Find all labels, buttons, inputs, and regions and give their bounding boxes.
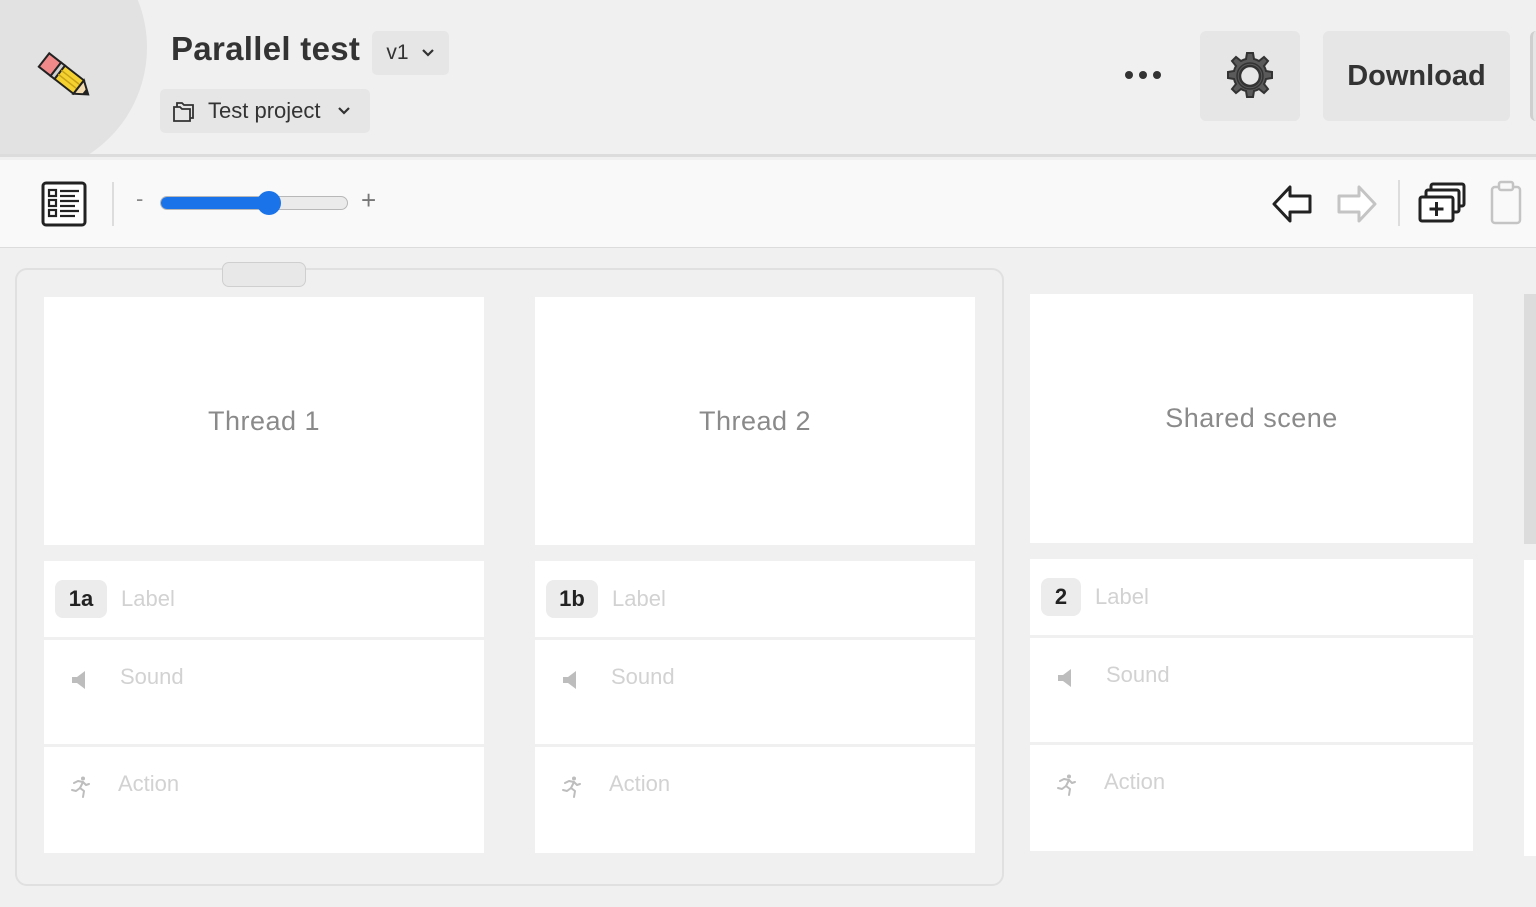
action-placeholder: Action (1104, 769, 1166, 794)
speaker-icon (563, 671, 576, 689)
toolbar-divider (112, 182, 114, 226)
frame-details: 2 Label Sound Action (1030, 559, 1473, 851)
project-title[interactable]: Parallel test (171, 30, 360, 68)
next-frame-details-partial (1524, 560, 1536, 856)
scene-drawing-area[interactable]: Thread 1 (44, 297, 484, 545)
next-frame-partial[interactable] (1524, 294, 1536, 544)
sound-placeholder: Sound (611, 664, 675, 689)
frame-details: 1a Label Sound Action (44, 561, 484, 853)
zoom-slider-thumb[interactable] (256, 191, 281, 215)
add-frames-icon (1418, 182, 1466, 223)
sound-field[interactable]: Sound (1030, 638, 1473, 745)
action-field[interactable]: Action (535, 747, 975, 853)
action-placeholder: Action (118, 771, 180, 796)
sound-placeholder: Sound (1106, 662, 1170, 687)
folder-icon (173, 102, 194, 122)
frame-number-badge: 2 (1041, 578, 1081, 616)
running-person-icon (1057, 774, 1076, 796)
sound-field[interactable]: Sound (535, 640, 975, 747)
label-placeholder: Label (121, 586, 175, 611)
zoom-slider-fill (161, 197, 269, 209)
gear-icon (1227, 52, 1273, 98)
action-field[interactable]: Action (1030, 745, 1473, 851)
project-dropdown[interactable]: Test project (160, 89, 370, 133)
more-options-button[interactable] (1118, 50, 1168, 100)
app-root: Parallel test v1 Test project Download -… (0, 0, 1536, 907)
redo-arrow-icon (1337, 185, 1377, 223)
action-placeholder: Action (609, 771, 671, 796)
clipboard-icon (1490, 180, 1522, 225)
undo-arrow-icon (1272, 185, 1312, 223)
action-field[interactable]: Action (44, 747, 484, 853)
label-field[interactable]: 1b Label (535, 561, 975, 640)
storyboard-list-icon (41, 181, 87, 227)
toolbar-divider (1398, 180, 1400, 226)
group-drag-handle[interactable] (222, 262, 306, 287)
chevron-down-icon (337, 107, 350, 115)
undo-button[interactable] (1270, 182, 1314, 226)
label-placeholder: Label (1095, 584, 1149, 609)
frame-card: Thread 1 1a Label Sound Action (44, 297, 484, 853)
zoom-slider[interactable] (160, 191, 348, 215)
zoom-out-button[interactable]: - (136, 186, 143, 212)
pencil-icon[interactable] (36, 50, 94, 104)
version-dropdown[interactable]: v1 (372, 31, 449, 75)
sound-placeholder: Sound (120, 664, 184, 689)
scene-drawing-area[interactable]: Thread 2 (535, 297, 975, 545)
zoom-in-button[interactable]: + (361, 185, 376, 216)
label-placeholder: Label (612, 586, 666, 611)
frame-card: Thread 2 1b Label Sound Action (535, 297, 975, 853)
settings-button[interactable] (1200, 31, 1300, 121)
frame-number-badge: 1b (546, 580, 598, 618)
label-field[interactable]: 2 Label (1030, 559, 1473, 638)
download-button[interactable]: Download (1323, 31, 1510, 121)
frame-card: Shared scene 2 Label Sound Action (1030, 294, 1473, 851)
running-person-icon (71, 776, 90, 798)
speaker-icon (1058, 669, 1071, 687)
header-overflow-button[interactable] (1530, 31, 1536, 121)
scene-drawing-area[interactable]: Shared scene (1030, 294, 1473, 543)
more-horizontal-icon (1125, 71, 1161, 79)
add-frames-button[interactable] (1416, 180, 1468, 226)
redo-button[interactable] (1335, 182, 1379, 226)
header: Parallel test v1 Test project Download (0, 0, 1536, 157)
version-label: v1 (386, 41, 409, 64)
paste-button[interactable] (1488, 180, 1524, 226)
project-label: Test project (208, 98, 321, 123)
running-person-icon (562, 776, 581, 798)
storyboard-list-button[interactable] (40, 180, 88, 228)
label-field[interactable]: 1a Label (44, 561, 484, 640)
frame-number-badge: 1a (55, 580, 107, 618)
frame-details: 1b Label Sound Action (535, 561, 975, 853)
toolbar: - + (0, 160, 1536, 248)
sound-field[interactable]: Sound (44, 640, 484, 747)
chevron-down-icon (421, 49, 434, 57)
speaker-icon (72, 671, 85, 689)
